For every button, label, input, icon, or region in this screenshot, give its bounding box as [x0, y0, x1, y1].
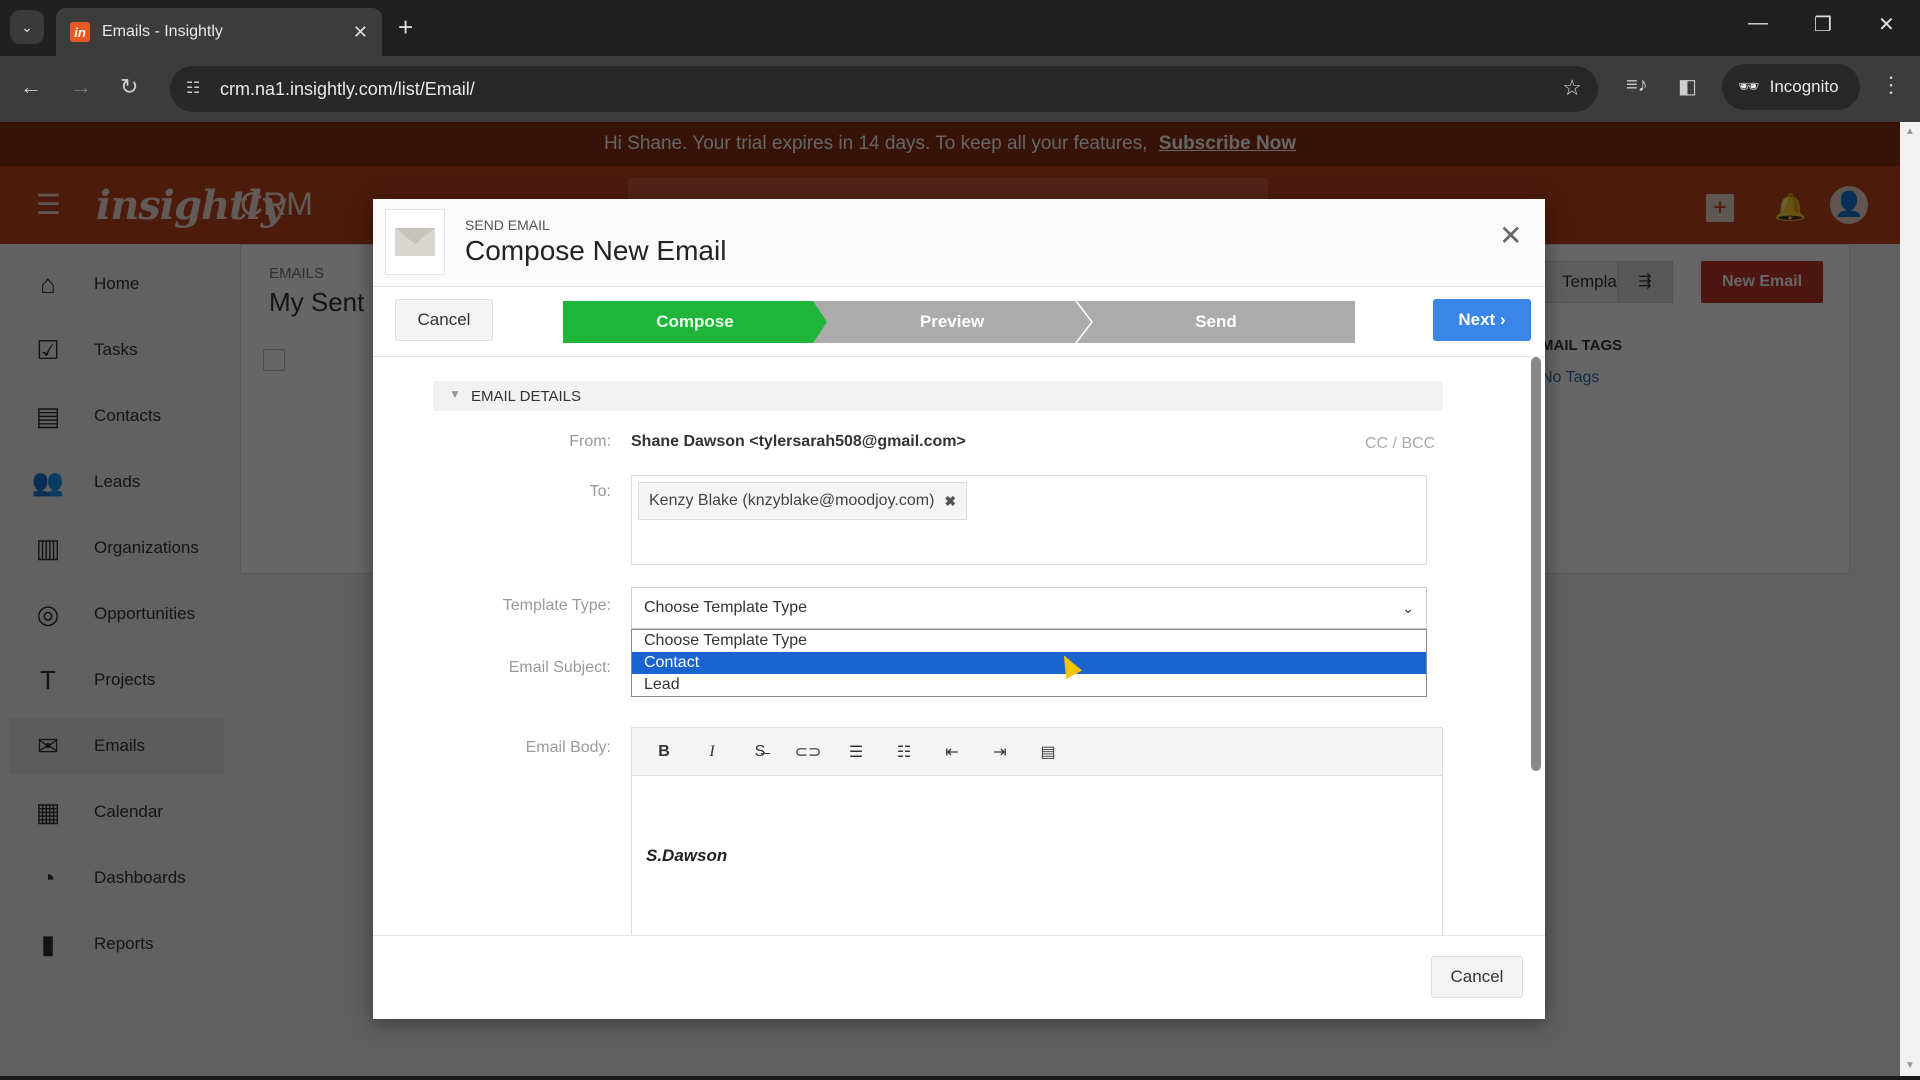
- chevron-down-icon: ⌄: [1402, 600, 1414, 616]
- tab-title: Emails - Insightly: [102, 23, 223, 40]
- editor-toolbar: B I S̶ ⊂⊃ ☰ ☷ ⇤ ⇥ ▤: [632, 728, 1442, 776]
- browser-tab-strip: ⌄ in Emails - Insightly ✕ + — ❐ ✕: [0, 0, 1920, 56]
- next-button[interactable]: Next ›: [1433, 299, 1531, 341]
- tab-close-icon[interactable]: ✕: [353, 22, 368, 43]
- align-icon[interactable]: ▤: [1024, 742, 1072, 762]
- bookmark-star-icon[interactable]: ☆: [1562, 75, 1582, 101]
- incognito-label: Incognito: [1769, 77, 1839, 96]
- chevron-down-icon: ⌄: [21, 18, 33, 35]
- address-bar[interactable]: ☷ crm.na1.insightly.com/list/Email/ ☆: [170, 66, 1598, 112]
- media-control-icon[interactable]: ≡♪: [1626, 74, 1648, 97]
- page-scrollbar[interactable]: ▲ ▼: [1900, 122, 1920, 1080]
- new-tab-button[interactable]: +: [398, 12, 413, 43]
- strikethrough-icon[interactable]: S̶: [736, 743, 784, 761]
- from-label: From:: [569, 433, 611, 450]
- template-type-label: Template Type:: [502, 597, 611, 614]
- recipient-chip: Kenzy Blake (knzyblake@moodjoy.com) ✖: [638, 482, 968, 520]
- email-subject-label: Email Subject:: [508, 659, 611, 676]
- outdent-icon[interactable]: ⇤: [928, 742, 976, 762]
- to-label: To:: [589, 483, 611, 500]
- url-text[interactable]: crm.na1.insightly.com/list/Email/: [220, 79, 475, 100]
- restore-icon[interactable]: ❐: [1814, 12, 1832, 37]
- modal-body: ▼ EMAIL DETAILS From: Shane Dawson <tyle…: [373, 357, 1545, 935]
- browser-toolbar: ← → ↻ ☷ crm.na1.insightly.com/list/Email…: [0, 56, 1920, 122]
- close-icon[interactable]: ✕: [1499, 219, 1522, 252]
- bullet-list-icon[interactable]: ☰: [832, 742, 880, 762]
- side-panel-icon[interactable]: ◧: [1678, 74, 1697, 99]
- tab-search-button[interactable]: ⌄: [10, 10, 44, 44]
- template-type-dropdown: Choose Template Type Contact Lead: [631, 629, 1427, 697]
- insightly-favicon-icon: in: [70, 22, 90, 42]
- incognito-icon: 🕶: [1738, 77, 1760, 96]
- wizard-steps: Compose Preview Send: [563, 301, 1355, 343]
- wizard-step-bar: Cancel Compose Preview Send Next ›: [373, 287, 1545, 357]
- incognito-badge[interactable]: 🕶 Incognito: [1722, 64, 1860, 110]
- taskbar-strip: [0, 1076, 1920, 1080]
- modal-subtitle: SEND EMAIL: [465, 217, 550, 233]
- cancel-button[interactable]: Cancel: [395, 299, 493, 341]
- chevron-right-icon: ›: [1499, 310, 1506, 329]
- to-recipients-input[interactable]: Kenzy Blake (knzyblake@moodjoy.com) ✖: [631, 475, 1427, 565]
- collapse-chevron-icon: ▼: [449, 387, 461, 401]
- step-compose[interactable]: Compose: [563, 301, 827, 343]
- recipient-text: Kenzy Blake (knzyblake@moodjoy.com): [649, 492, 935, 509]
- step-preview[interactable]: Preview: [811, 301, 1091, 343]
- compose-email-modal: SEND EMAIL Compose New Email ✕ Cancel Co…: [373, 199, 1545, 1019]
- email-body-label: Email Body:: [525, 739, 611, 756]
- footer-cancel-button[interactable]: Cancel: [1431, 956, 1523, 998]
- template-type-select[interactable]: Choose Template Type ⌄: [631, 587, 1427, 629]
- email-body-editor[interactable]: B I S̶ ⊂⊃ ☰ ☷ ⇤ ⇥ ▤ S.Dawson: [631, 727, 1443, 935]
- section-title: EMAIL DETAILS: [471, 388, 582, 405]
- bold-icon[interactable]: B: [640, 743, 688, 761]
- modal-title: Compose New Email: [465, 235, 727, 266]
- site-settings-icon[interactable]: ☷: [186, 78, 200, 98]
- link-icon[interactable]: ⊂⊃: [784, 742, 832, 762]
- template-option-lead[interactable]: Lead: [632, 674, 1426, 696]
- modal-header: SEND EMAIL Compose New Email ✕: [373, 199, 1545, 287]
- modal-footer: Cancel: [373, 935, 1545, 1019]
- template-type-value: Choose Template Type: [644, 599, 808, 616]
- scroll-down-icon[interactable]: ▼: [1905, 1060, 1915, 1071]
- minimize-icon[interactable]: —: [1748, 12, 1768, 35]
- cc-bcc-link[interactable]: CC / BCC: [1365, 435, 1435, 453]
- email-details-section-header[interactable]: ▼ EMAIL DETAILS: [433, 381, 1443, 411]
- indent-icon[interactable]: ⇥: [976, 742, 1024, 762]
- scroll-up-icon[interactable]: ▲: [1905, 126, 1915, 137]
- italic-icon[interactable]: I: [688, 743, 736, 761]
- window-close-icon[interactable]: ✕: [1878, 12, 1895, 37]
- remove-recipient-icon[interactable]: ✖: [944, 493, 956, 510]
- modal-scrollbar[interactable]: [1531, 357, 1541, 771]
- email-signature[interactable]: S.Dawson: [646, 846, 727, 866]
- numbered-list-icon[interactable]: ☷: [880, 742, 928, 762]
- next-label: Next: [1458, 310, 1496, 329]
- template-option-contact[interactable]: Contact: [632, 652, 1426, 674]
- envelope-icon: [385, 209, 445, 275]
- reload-icon[interactable]: ↻: [120, 74, 138, 100]
- browser-tab[interactable]: in Emails - Insightly ✕: [56, 8, 382, 56]
- template-option-choose[interactable]: Choose Template Type: [632, 630, 1426, 652]
- step-send[interactable]: Send: [1077, 301, 1355, 343]
- browser-menu-icon[interactable]: ⋮: [1880, 72, 1902, 98]
- back-icon[interactable]: ←: [20, 74, 42, 100]
- forward-icon[interactable]: →: [70, 74, 92, 100]
- from-value: Shane Dawson <tylersarah508@gmail.com>: [631, 433, 966, 450]
